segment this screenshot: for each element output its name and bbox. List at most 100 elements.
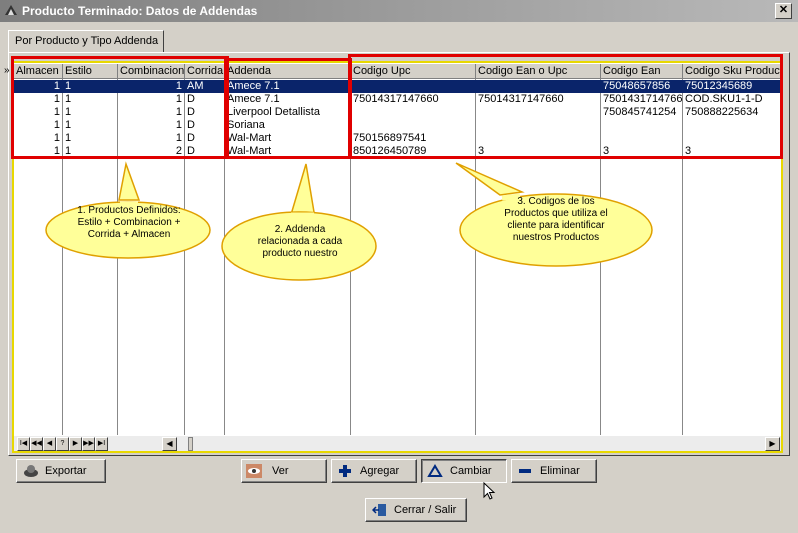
nav-search-button[interactable]: ? [56, 437, 69, 451]
row-indicator: » [4, 65, 10, 76]
cell-upc[interactable]: 750156897541 [351, 132, 475, 145]
table-row[interactable]: 1 1 1 D Wal-Mart 750156897541 [14, 132, 781, 145]
nav-last-button[interactable]: ▶I [95, 437, 108, 451]
agregar-button[interactable]: Agregar [331, 459, 417, 483]
exportar-button[interactable]: Exportar [16, 459, 106, 483]
column-header-almacen[interactable]: Almacen [14, 64, 63, 79]
callout-addenda: 2. Addenda relacionada a cada producto n… [220, 160, 380, 282]
cell-corrida[interactable]: D [185, 132, 224, 145]
cell-estilo[interactable]: 1 [63, 106, 117, 119]
scroll-right-icon[interactable]: ▶ [765, 437, 780, 451]
cell-ean_upc[interactable]: 3 [476, 145, 600, 158]
column-header-combinacion[interactable]: Combinacion [118, 64, 185, 79]
cell-ean[interactable] [601, 119, 682, 132]
callout-3-line: 3. Codigos de los [517, 196, 595, 207]
cell-ean[interactable]: 3 [601, 145, 682, 158]
cell-estilo[interactable]: 1 [63, 119, 117, 132]
callout-productos: 1. Productos Definidos: Estilo + Combina… [44, 160, 214, 260]
cell-sku[interactable] [683, 119, 781, 132]
cell-combinacion[interactable]: 2 [118, 145, 184, 158]
cell-almacen[interactable]: 1 [14, 145, 62, 158]
cell-sku[interactable]: COD.SKU1-1-D [683, 93, 781, 106]
nav-prev-button[interactable]: ◀ [43, 437, 56, 451]
nav-next-button[interactable]: ▶ [69, 437, 82, 451]
cell-estilo[interactable]: 1 [63, 132, 117, 145]
nav-next-page-button[interactable]: ▶▶ [82, 437, 95, 451]
cell-estilo[interactable]: 1 [63, 80, 117, 93]
eliminar-button[interactable]: Eliminar [511, 459, 597, 483]
cell-estilo[interactable]: 1 [63, 93, 117, 106]
cerrar-salir-button[interactable]: Cerrar / Salir [365, 498, 467, 522]
cell-ean_upc[interactable] [476, 80, 600, 93]
grid-navigation-bar: I◀ ◀◀ ◀ ? ▶ ▶▶ ▶I ◀ ▶ [14, 436, 781, 451]
cell-combinacion[interactable]: 1 [118, 80, 184, 93]
callout-2-line: producto nuestro [262, 248, 338, 259]
scroll-left-icon[interactable]: ◀ [162, 437, 177, 451]
cell-addenda[interactable]: Amece 7.1 [225, 80, 350, 93]
ver-label: Ver [272, 465, 289, 477]
column-header-codigo-sku[interactable]: Codigo Sku Producto [683, 64, 781, 79]
cell-addenda[interactable]: Liverpool Detallista [225, 106, 350, 119]
tab-por-producto[interactable]: Por Producto y Tipo Addenda [8, 30, 164, 53]
agregar-label: Agregar [360, 465, 400, 477]
cell-combinacion[interactable]: 1 [118, 106, 184, 119]
cell-corrida[interactable]: D [185, 119, 224, 132]
table-row[interactable]: 1 1 1 D Liverpool Detallista 750845741254 7508… [14, 106, 781, 119]
column-header-addenda[interactable]: Addenda [225, 64, 351, 79]
column-header-codigo-ean-upc[interactable]: Codigo Ean o Upc [476, 64, 601, 79]
column-header-corrida[interactable]: Corrida [185, 64, 225, 79]
cell-ean[interactable]: 750845741254 [601, 106, 682, 119]
cell-corrida[interactable]: D [185, 145, 224, 158]
cell-corrida[interactable]: D [185, 106, 224, 119]
cell-addenda[interactable]: Wal-Mart [225, 132, 350, 145]
cell-addenda[interactable]: Soriana [225, 119, 350, 132]
callout-1-line: Corrida + Almacen [87, 229, 171, 240]
ver-button[interactable]: Ver [241, 459, 327, 483]
cell-upc[interactable] [351, 119, 475, 132]
cell-almacen[interactable]: 1 [14, 132, 62, 145]
cell-corrida[interactable]: AM [185, 80, 224, 93]
cell-combinacion[interactable]: 1 [118, 93, 184, 106]
cell-upc[interactable]: 850126450789 [351, 145, 475, 158]
cell-combinacion[interactable]: 1 [118, 119, 184, 132]
table-row[interactable]: 1 1 1 D Soriana [14, 119, 781, 132]
cell-almacen[interactable]: 1 [14, 106, 62, 119]
nav-first-button[interactable]: I◀ [17, 437, 30, 451]
table-row[interactable]: 1 1 2 D Wal-Mart 850126450789 3 3 3 [14, 145, 781, 158]
cell-sku[interactable]: 75012345689 [683, 80, 781, 93]
column-header-codigo-ean[interactable]: Codigo Ean [601, 64, 683, 79]
cell-upc[interactable]: 75014317147660 [351, 93, 475, 106]
cell-sku[interactable] [683, 132, 781, 145]
cell-combinacion[interactable]: 1 [118, 132, 184, 145]
minus-icon [519, 469, 531, 473]
column-header-estilo[interactable]: Estilo [63, 64, 118, 79]
close-button[interactable]: ✕ [775, 3, 792, 19]
horizontal-scroll-thumb[interactable] [188, 437, 193, 451]
cell-estilo[interactable]: 1 [63, 145, 117, 158]
cell-upc[interactable] [351, 80, 475, 93]
table-row[interactable]: 1 1 1 AM Amece 7.1 75048657856 75012345689 [14, 80, 781, 93]
cell-sku[interactable]: 3 [683, 145, 781, 158]
cell-corrida[interactable]: D [185, 93, 224, 106]
cell-ean_upc[interactable] [476, 119, 600, 132]
cell-almacen[interactable]: 1 [14, 80, 62, 93]
cell-ean_upc[interactable] [476, 106, 600, 119]
cell-ean[interactable]: 75048657856 [601, 80, 682, 93]
title-bar: Producto Terminado: Datos de Addendas ✕ [0, 0, 798, 22]
cell-upc[interactable] [351, 106, 475, 119]
cambiar-button[interactable]: Cambiar [421, 459, 507, 483]
cell-almacen[interactable]: 1 [14, 93, 62, 106]
cell-ean_upc[interactable]: 75014317147660 [476, 93, 600, 106]
callout-1-line: Estilo + Combinacion + [77, 217, 181, 228]
cell-ean[interactable]: 75014317147660 [601, 93, 682, 106]
callout-2-line: relacionada a cada [257, 236, 343, 247]
cell-almacen[interactable]: 1 [14, 119, 62, 132]
column-header-codigo-upc[interactable]: Codigo Upc [351, 64, 476, 79]
cell-addenda[interactable]: Amece 7.1 [225, 93, 350, 106]
cell-addenda[interactable]: Wal-Mart [225, 145, 350, 158]
cell-ean[interactable] [601, 132, 682, 145]
cell-sku[interactable]: 750888225634 [683, 106, 781, 119]
cell-ean_upc[interactable] [476, 132, 600, 145]
nav-prev-page-button[interactable]: ◀◀ [30, 437, 43, 451]
table-row[interactable]: 1 1 1 D Amece 7.1 75014317147660 7501431714766… [14, 93, 781, 106]
